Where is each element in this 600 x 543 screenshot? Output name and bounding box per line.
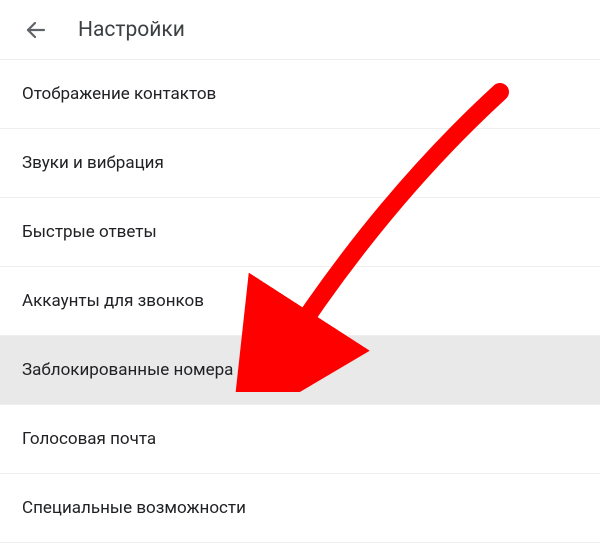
app-header: Настройки <box>0 0 600 60</box>
settings-item-label: Аккаунты для звонков <box>22 291 204 311</box>
settings-list: Отображение контактов Звуки и вибрация Б… <box>0 60 600 543</box>
settings-item-label: Отображение контактов <box>22 84 216 104</box>
settings-item-accessibility[interactable]: Специальные возможности <box>0 474 600 543</box>
settings-item-voicemail[interactable]: Голосовая почта <box>0 405 600 474</box>
page-title: Настройки <box>78 18 185 42</box>
settings-item-calling-accounts[interactable]: Аккаунты для звонков <box>0 267 600 336</box>
settings-item-label: Специальные возможности <box>22 498 246 518</box>
settings-item-label: Звуки и вибрация <box>22 153 164 173</box>
settings-item-label: Заблокированные номера <box>22 360 233 380</box>
settings-item-sounds-vibration[interactable]: Звуки и вибрация <box>0 129 600 198</box>
settings-item-contact-display[interactable]: Отображение контактов <box>0 60 600 129</box>
back-button[interactable] <box>12 6 60 54</box>
arrow-back-icon <box>24 18 48 42</box>
settings-item-quick-responses[interactable]: Быстрые ответы <box>0 198 600 267</box>
settings-item-label: Голосовая почта <box>22 429 156 449</box>
settings-item-label: Быстрые ответы <box>22 222 157 242</box>
settings-item-blocked-numbers[interactable]: Заблокированные номера <box>0 336 600 405</box>
